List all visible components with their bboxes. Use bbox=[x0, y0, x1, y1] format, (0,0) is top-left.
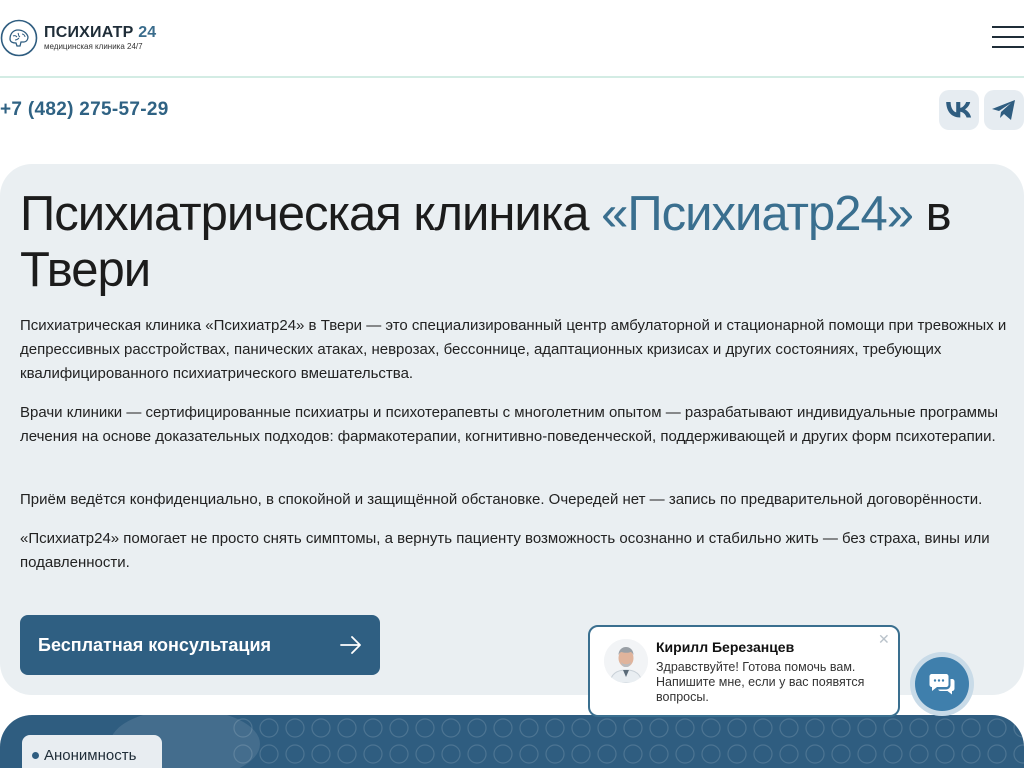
operator-name: Кирилл Березанцев bbox=[656, 639, 795, 655]
page: ПСИХИАТР 24 медицинская клиника 24/7 +7 … bbox=[0, 0, 1024, 768]
hero-paragraph-3: Приём ведётся конфиденциально, в спокойн… bbox=[20, 491, 983, 508]
chip-label: Анонимность bbox=[44, 746, 137, 764]
hamburger-icon[interactable] bbox=[992, 26, 1024, 50]
hero-paragraph-2: Врачи клиники — сертифицированные психиа… bbox=[20, 404, 999, 445]
vk-icon bbox=[946, 102, 972, 118]
cta-label: Бесплатная консультация bbox=[38, 634, 272, 655]
bullet-dot bbox=[32, 751, 39, 759]
logo-number: 24 bbox=[138, 24, 157, 41]
logo-subtitle: медицинская клиника 24/7 bbox=[44, 42, 143, 51]
hero-title: Психиатрическая клиника «Психиатр24» в Т… bbox=[20, 186, 1010, 298]
brain-logo-icon bbox=[0, 19, 38, 57]
operator-avatar bbox=[604, 639, 648, 683]
logo-name: ПСИХИАТР bbox=[44, 24, 134, 41]
chat-popup[interactable]: Кирилл Березанцев Здравствуйте! Готова п… bbox=[588, 625, 900, 717]
title-accent: «Психиатр24» bbox=[601, 187, 914, 241]
feature-chip-anonymity[interactable]: Анонимность bbox=[22, 735, 162, 768]
decorative-pattern bbox=[230, 715, 1024, 768]
chat-message: Здравствуйте! Готова помочь вам. Напишит… bbox=[656, 660, 865, 704]
logo-link[interactable]: ПСИХИАТР 24 медицинская клиника 24/7 bbox=[0, 19, 156, 57]
hero-section: Психиатрическая клиника «Психиатр24» в Т… bbox=[0, 164, 1024, 695]
chat-icon bbox=[929, 674, 955, 695]
telegram-button[interactable] bbox=[984, 90, 1024, 130]
phone-link[interactable]: +7 (482) 275-57-29 bbox=[0, 99, 169, 121]
free-consultation-button[interactable]: Бесплатная консультация bbox=[20, 615, 380, 675]
features-banner: Анонимность bbox=[0, 715, 1024, 768]
telegram-icon bbox=[992, 100, 1015, 120]
close-icon[interactable]: ✕ bbox=[878, 632, 890, 646]
hero-paragraph-4: «Психиатр24» помогает не просто снять си… bbox=[20, 530, 990, 571]
title-part-1: Психиатрическая клиника bbox=[20, 187, 602, 241]
site-header: ПСИХИАТР 24 медицинская клиника 24/7 bbox=[0, 0, 1024, 78]
vk-button[interactable] bbox=[939, 90, 979, 130]
arrow-right-icon bbox=[340, 636, 361, 654]
open-chat-button[interactable] bbox=[910, 652, 974, 716]
hero-paragraph-1: Психиатрическая клиника «Психиатр24» в Т… bbox=[20, 317, 1007, 382]
